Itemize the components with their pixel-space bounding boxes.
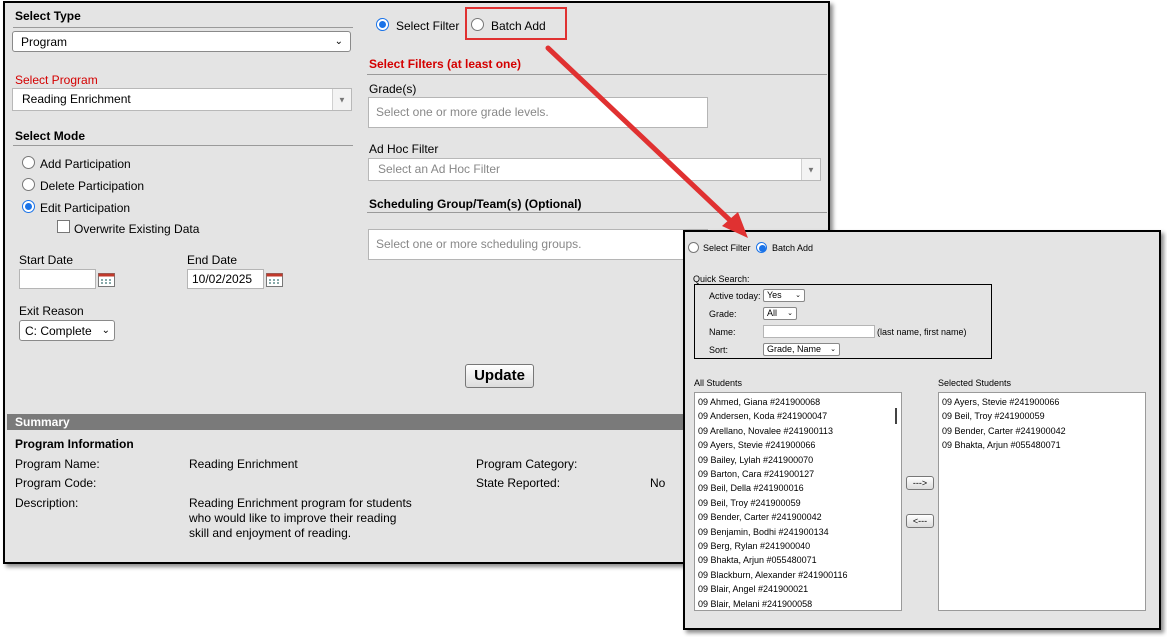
arrow-line xyxy=(545,45,738,228)
arrow-annotation xyxy=(545,45,748,238)
